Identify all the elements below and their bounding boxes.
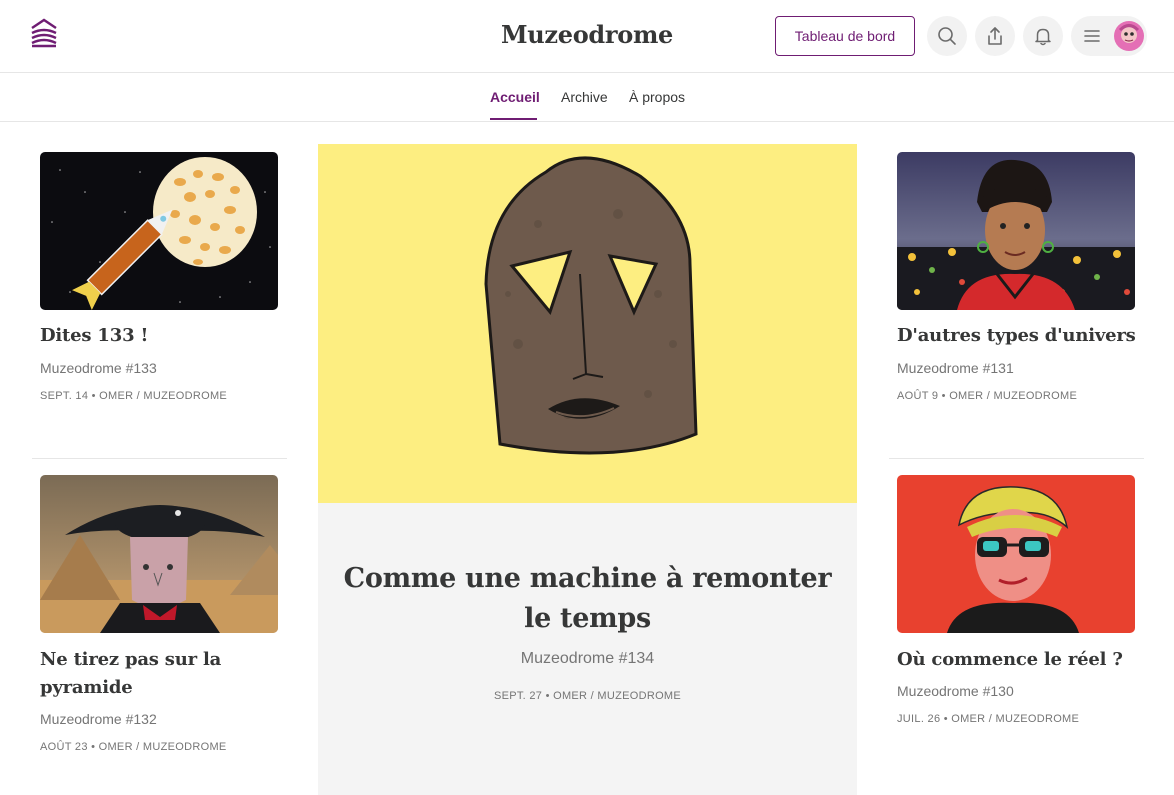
notifications-button[interactable] <box>1023 16 1063 56</box>
post-meta: SEPT. 14 • OMER / MUZEODROME <box>40 390 228 402</box>
post-meta: JUIL. 26 • OMER / MUZEODROME <box>897 713 1080 725</box>
post-thumbnail <box>897 475 1135 633</box>
share-button[interactable] <box>975 16 1015 56</box>
post-card[interactable]: Dites 133 ! Muzeodrome #133 SEPT. 14 • O… <box>32 152 287 412</box>
post-title[interactable]: Dites 133 ! <box>40 322 280 350</box>
search-icon <box>938 27 956 45</box>
site-logo[interactable] <box>26 16 62 56</box>
post-title[interactable]: D'autres types d'univers <box>897 322 1137 350</box>
menu-icon <box>1084 30 1100 42</box>
post-title[interactable]: Ne tirez pas sur la pyramide <box>40 646 280 702</box>
post-subtitle: Muzeodrome #133 <box>40 360 157 376</box>
post-subtitle: Muzeodrome #130 <box>897 683 1014 699</box>
post-meta: AOÛT 9 • OMER / MUZEODROME <box>897 390 1078 402</box>
featured-post-meta: SEPT. 27 • OMER / MUZEODROME <box>493 690 682 702</box>
post-title[interactable]: Où commence le réel ? <box>897 646 1137 674</box>
bell-icon <box>1035 28 1051 46</box>
post-subtitle: Muzeodrome #132 <box>40 711 157 727</box>
section-nav: Accueil Archive À propos <box>0 73 1174 122</box>
dashboard-button[interactable]: Tableau de bord <box>775 16 915 56</box>
tab-archive[interactable]: Archive <box>561 89 608 105</box>
post-thumbnail <box>40 152 278 310</box>
account-menu-button[interactable] <box>1071 16 1147 56</box>
active-tab-indicator <box>490 118 537 120</box>
post-meta: AOÛT 23 • OMER / MUZEODROME <box>40 741 227 753</box>
post-subtitle: Muzeodrome #131 <box>897 360 1014 376</box>
top-header: Muzeodrome Tableau de bord <box>0 0 1174 73</box>
post-card[interactable]: D'autres types d'univers Muzeodrome #131… <box>889 152 1144 412</box>
tab-accueil[interactable]: Accueil <box>490 89 540 105</box>
divider <box>32 458 287 459</box>
avatar <box>1114 21 1144 51</box>
featured-image <box>318 144 857 503</box>
post-thumbnail <box>40 475 278 633</box>
post-thumbnail <box>897 152 1135 310</box>
divider <box>889 458 1144 459</box>
tab-a-propos[interactable]: À propos <box>629 89 685 105</box>
search-button[interactable] <box>927 16 967 56</box>
featured-post-subtitle: Muzeodrome #134 <box>520 650 655 667</box>
post-card[interactable]: Ne tirez pas sur la pyramide Muzeodrome … <box>32 475 287 760</box>
logo-icon <box>31 18 57 48</box>
featured-post[interactable]: Comme une machine à remonter le temps Mu… <box>318 144 857 795</box>
featured-post-title[interactable]: Comme une machine à remonter le temps <box>338 559 837 639</box>
post-card[interactable]: Où commence le réel ? Muzeodrome #130 JU… <box>889 475 1144 735</box>
share-icon <box>988 27 1002 45</box>
